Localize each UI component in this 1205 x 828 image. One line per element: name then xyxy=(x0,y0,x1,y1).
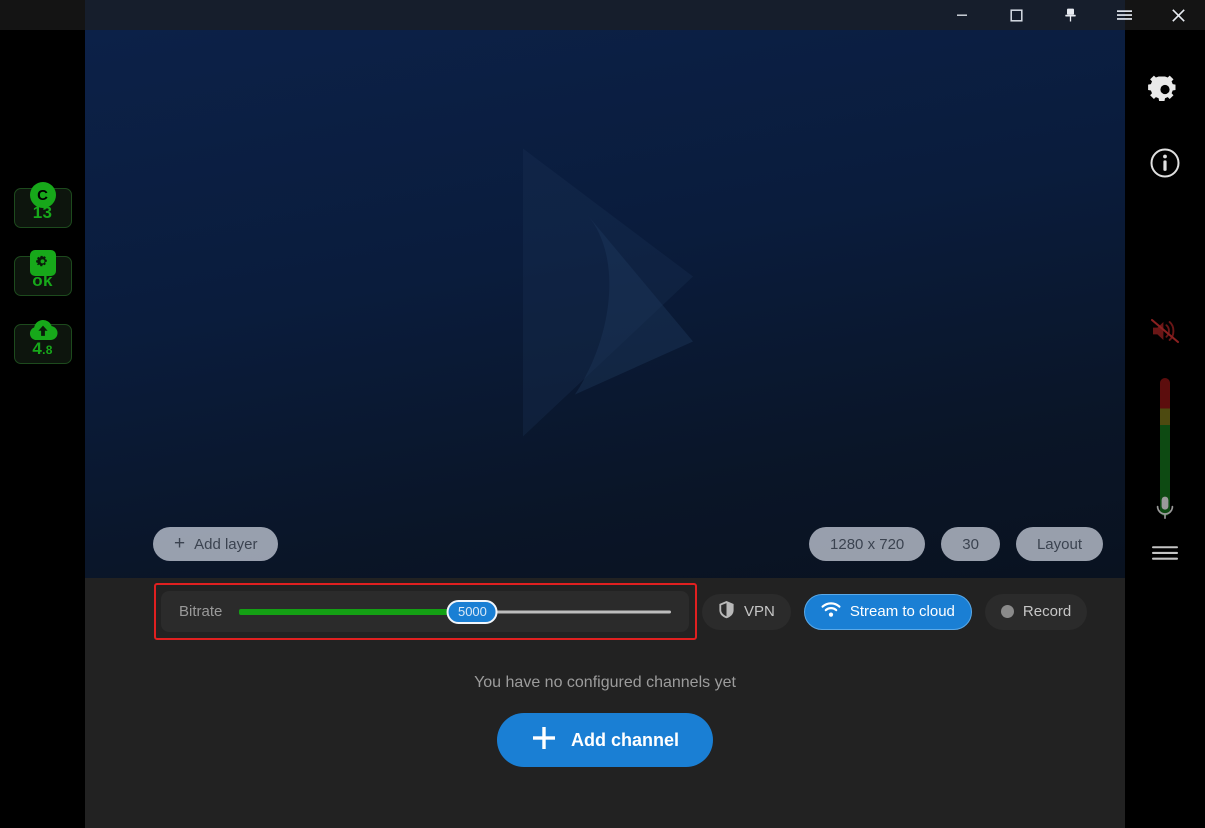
title-bar xyxy=(0,0,1205,30)
gear-icon xyxy=(1146,74,1184,117)
preview-right-controls: 1280 x 720 30 Layout xyxy=(809,527,1103,561)
record-dot-icon xyxy=(1000,605,1014,618)
stream-label: Stream to cloud xyxy=(849,603,955,620)
bitrate-control: Bitrate 5000 xyxy=(161,591,689,632)
add-channel-label: Add channel xyxy=(570,729,680,750)
badge-cap xyxy=(26,318,60,342)
add-layer-label: Add layer xyxy=(194,535,258,553)
microphone-button[interactable] xyxy=(1125,485,1205,535)
speaker-mute-button[interactable] xyxy=(1125,308,1205,358)
badge-value-decimal: .8 xyxy=(42,343,53,357)
status-badge[interactable]: ok xyxy=(13,250,72,296)
status-badge-group: C 13 ok 4.8 xyxy=(0,182,85,364)
video-preview-canvas[interactable]: + Add layer 1280 x 720 30 Layout xyxy=(85,30,1125,578)
close-icon xyxy=(1171,8,1186,23)
add-channel-button[interactable]: Add channel xyxy=(496,713,714,767)
info-circle-icon xyxy=(1149,147,1181,184)
record-label: Record xyxy=(1022,603,1072,620)
stream-controls-row: Bitrate 5000 VPN Stream to cloud Record xyxy=(161,591,1088,632)
minimize-button[interactable] xyxy=(935,0,989,30)
record-button[interactable]: Record xyxy=(984,593,1088,630)
close-button[interactable] xyxy=(1151,0,1205,30)
hamburger-menu-icon xyxy=(1151,543,1179,568)
play-logo-watermark xyxy=(445,137,765,472)
plus-icon: + xyxy=(174,532,186,554)
info-button[interactable] xyxy=(1125,140,1205,190)
titlebar-menu-button[interactable] xyxy=(1097,0,1151,30)
microphone-icon xyxy=(1154,495,1176,526)
layout-button[interactable]: Layout xyxy=(1015,527,1103,561)
bitrate-label: Bitrate xyxy=(179,603,223,620)
preview-left-controls: + Add layer xyxy=(153,527,279,561)
status-badge[interactable]: 4.8 xyxy=(13,318,72,364)
maximize-button[interactable] xyxy=(989,0,1043,30)
speaker-muted-icon xyxy=(1150,318,1180,349)
cloud-upload-icon xyxy=(26,318,60,342)
bottom-panel: Bitrate 5000 VPN Stream to cloud Record … xyxy=(85,578,1125,828)
resolution-button[interactable]: 1280 x 720 xyxy=(809,527,926,561)
badge-value: ok xyxy=(32,271,53,290)
title-bar-left-region xyxy=(0,0,85,30)
slider-fill xyxy=(239,608,473,615)
badge-value-int: 4 xyxy=(32,339,43,358)
vpn-button[interactable]: VPN xyxy=(702,593,791,630)
maximize-icon xyxy=(1009,8,1024,23)
hamburger-menu-icon xyxy=(1116,8,1133,22)
audio-menu-button[interactable] xyxy=(1125,530,1205,580)
slider-handle[interactable]: 5000 xyxy=(446,599,498,624)
right-sidebar xyxy=(1125,30,1205,828)
minimize-icon xyxy=(955,8,969,22)
application-window: C 13 ok 4.8 + Add layer 1280 x 720 30 La… xyxy=(0,0,1205,828)
plus-icon xyxy=(531,725,557,756)
window-controls xyxy=(935,0,1205,30)
fps-button[interactable]: 30 xyxy=(941,527,1000,561)
stream-to-cloud-button[interactable]: Stream to cloud xyxy=(803,593,972,630)
pin-icon xyxy=(1063,7,1078,23)
status-badge[interactable]: C 13 xyxy=(13,182,72,228)
left-sidebar: C 13 ok 4.8 xyxy=(0,30,85,828)
vpn-label: VPN xyxy=(744,603,775,620)
badge-value: 4.8 xyxy=(32,340,52,364)
bitrate-slider[interactable]: 5000 xyxy=(239,599,671,624)
empty-channels-message: You have no configured channels yet xyxy=(474,674,736,691)
shield-icon xyxy=(718,600,735,623)
wifi-icon xyxy=(821,601,841,622)
badge-value: 13 xyxy=(32,203,53,222)
add-layer-button[interactable]: + Add layer xyxy=(153,527,279,561)
pin-button[interactable] xyxy=(1043,0,1097,30)
settings-button[interactable] xyxy=(1125,70,1205,120)
